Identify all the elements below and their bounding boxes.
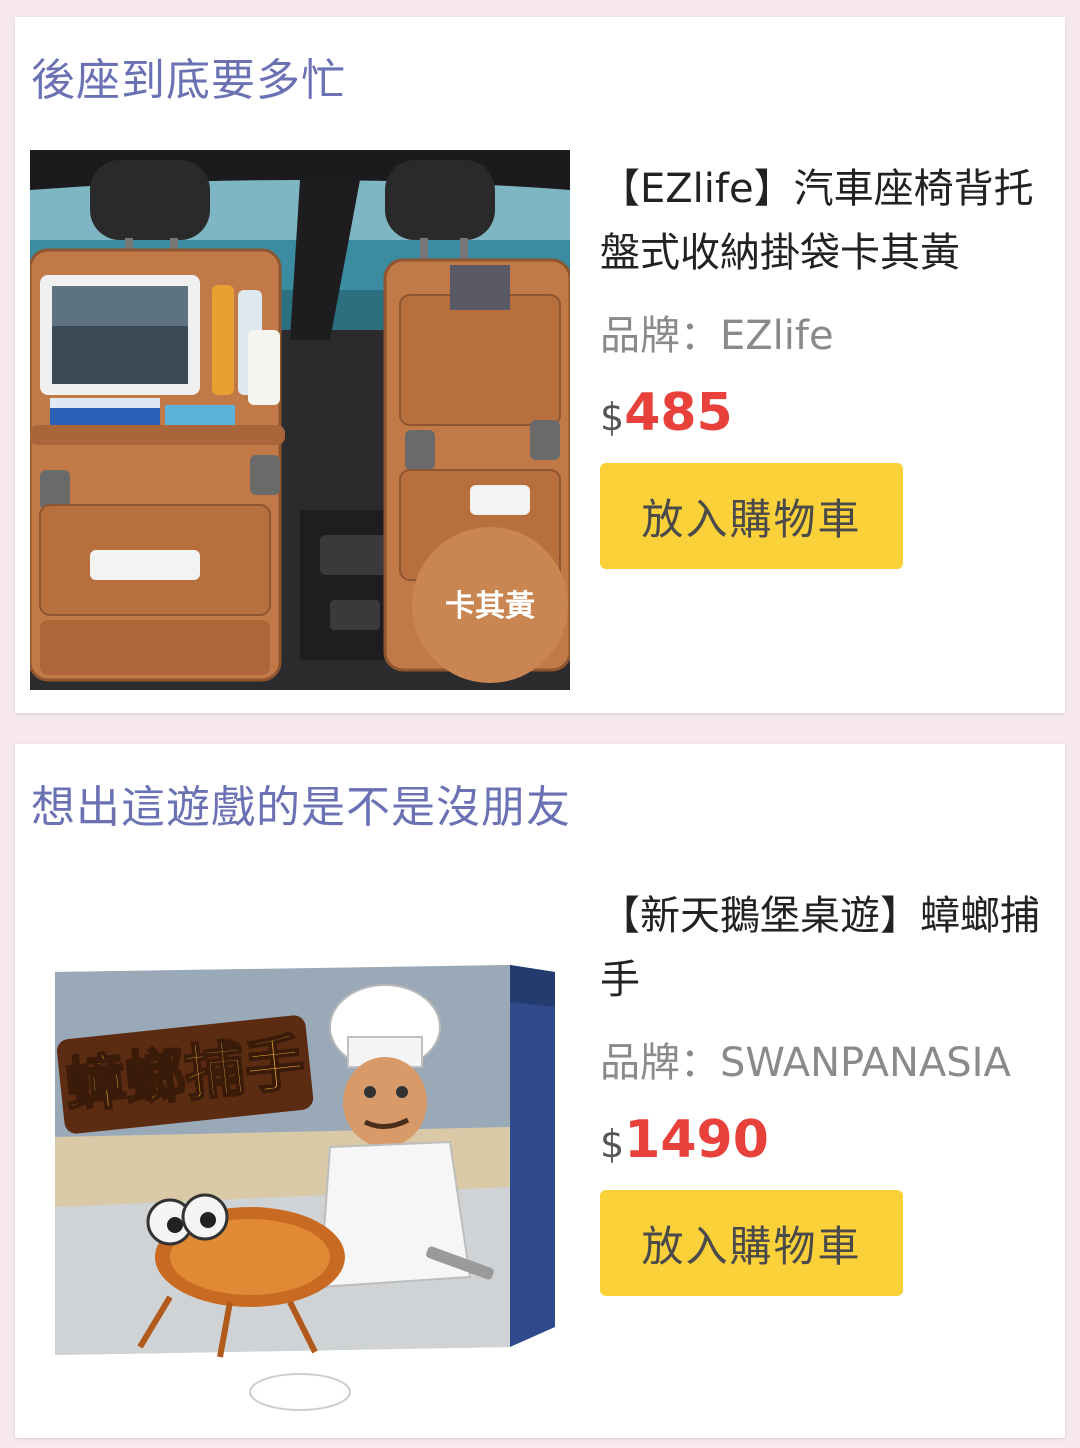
product-name[interactable]: 【EZlife】汽車座椅背托盤式收納掛袋卡其黃: [600, 157, 1055, 285]
add-to-cart-button[interactable]: 放入購物車: [600, 1190, 903, 1296]
price-row: $1490: [600, 1110, 1055, 1170]
product-image-seat-organizer[interactable]: 卡其黃: [30, 150, 570, 690]
product-info: 【新天鵝堡桌遊】蟑螂捕手 品牌：SWANPANASIA $1490 放入購物車: [600, 884, 1055, 1296]
price-value: 485: [624, 383, 733, 443]
card-heading: 想出這遊戲的是不是沒朋友: [31, 782, 571, 833]
product-info: 【EZlife】汽車座椅背托盤式收納掛袋卡其黃 品牌：EZlife $485 放…: [600, 157, 1055, 569]
currency-symbol: $: [600, 395, 625, 439]
card-heading: 後座到底要多忙: [31, 55, 346, 106]
brand-label: 品牌：: [600, 1040, 720, 1086]
product-card: 想出這遊戲的是不是沒朋友 蟑螂捕手 【新天鵝堡桌遊】蟑螂捕手 品牌：SWANPA…: [15, 744, 1065, 1438]
product-image-board-game[interactable]: 蟑螂捕手: [30, 877, 570, 1417]
color-badge-label: 卡其黃: [445, 589, 535, 624]
price-value: 1490: [624, 1110, 769, 1170]
price-row: $485: [600, 383, 1055, 443]
brand-label: 品牌：: [600, 313, 720, 359]
currency-symbol: $: [600, 1122, 625, 1166]
brand-name: EZlife: [720, 313, 834, 359]
brand-row: 品牌：SWANPANASIA: [600, 1038, 1055, 1088]
brand-name: SWANPANASIA: [720, 1040, 1011, 1086]
add-to-cart-button[interactable]: 放入購物車: [600, 463, 903, 569]
brand-row: 品牌：EZlife: [600, 311, 1055, 361]
product-name[interactable]: 【新天鵝堡桌遊】蟑螂捕手: [600, 884, 1055, 1012]
product-card: 後座到底要多忙 卡其黃 【EZlife】汽車座椅背托盤式收納掛袋卡其黃 品牌：E…: [15, 17, 1065, 713]
